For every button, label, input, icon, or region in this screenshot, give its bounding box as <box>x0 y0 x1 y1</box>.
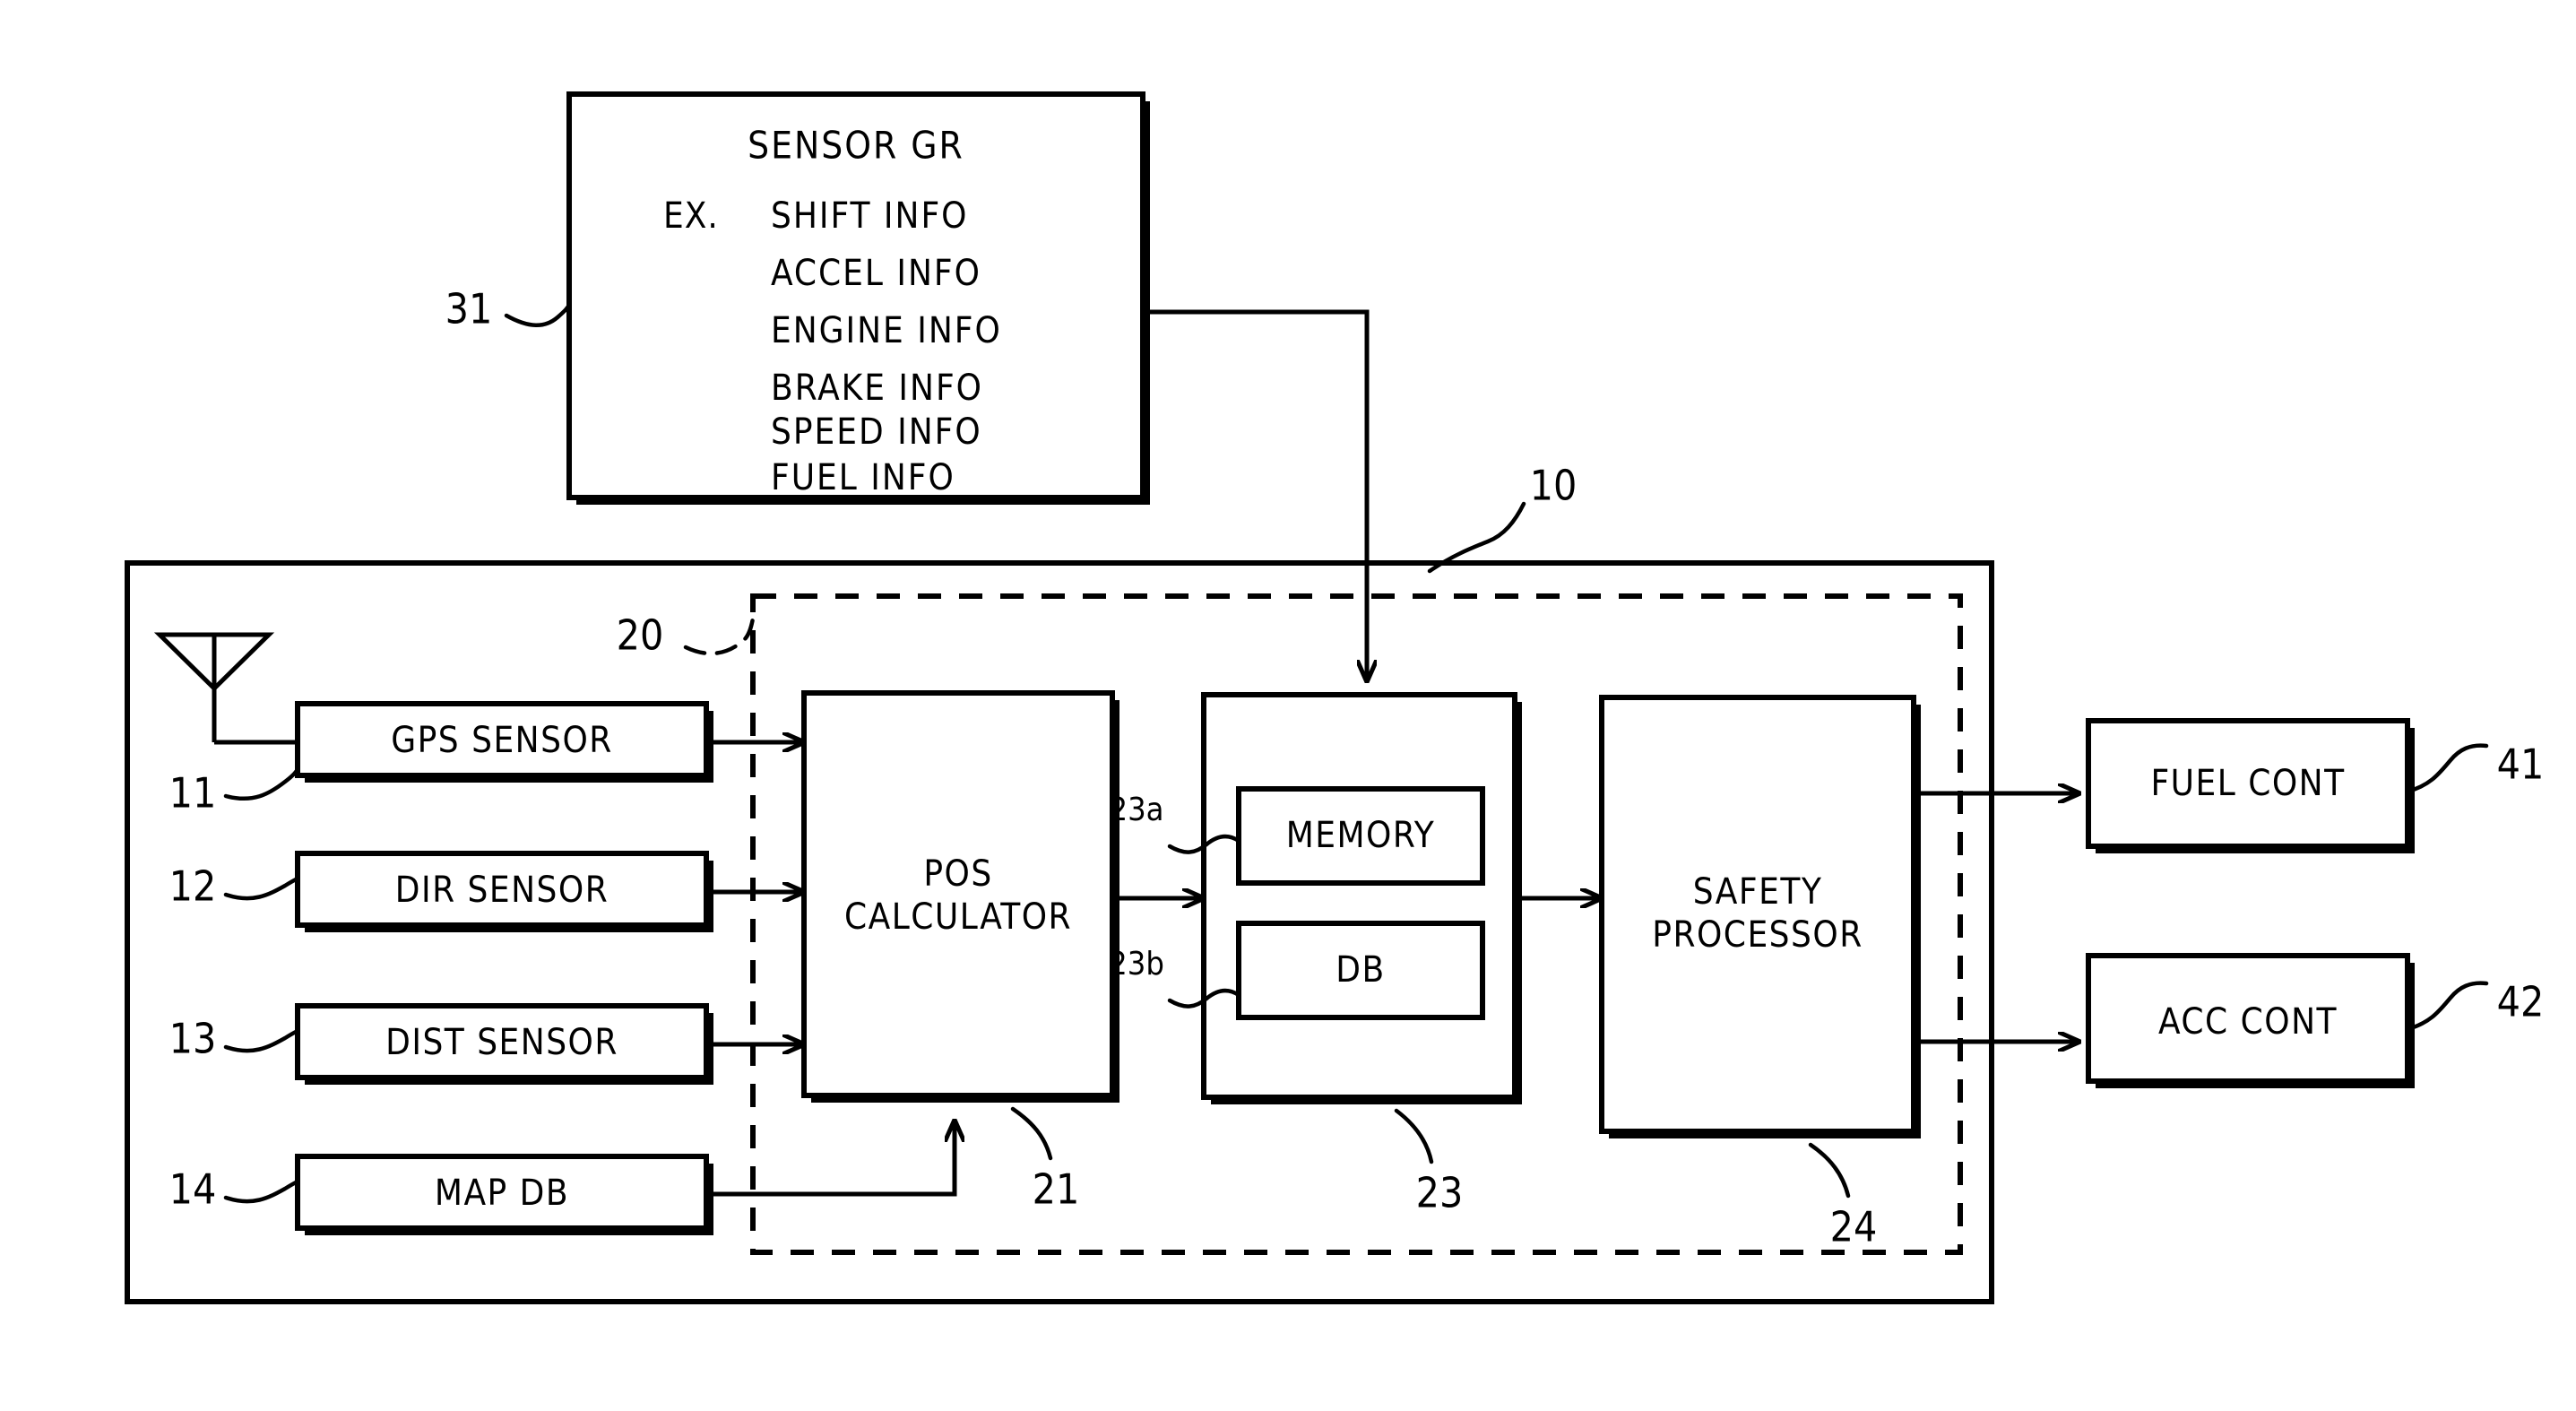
sensor-group-item-brake: BRAKE INFO <box>771 368 983 409</box>
inner-unit-ref-leader <box>683 616 756 656</box>
safety-processor-ref-label: 24 <box>1830 1203 1878 1251</box>
db-ref-label: 23b <box>1109 946 1164 983</box>
pos-calculator-label-line1: POS <box>923 853 992 895</box>
input-ref-leader-dist <box>223 1028 300 1053</box>
memory-label: MEMORY <box>1286 815 1436 856</box>
output-label-fuel-cont: FUEL CONT <box>2150 763 2345 804</box>
input-ref-label-dir: 12 <box>169 862 217 911</box>
input-ref-label-dist: 13 <box>169 1015 217 1063</box>
memory-ref-label: 23a <box>1109 792 1163 828</box>
pos-calculator-label-line2: CALCULATOR <box>844 896 1072 938</box>
input-ref-leader-gps <box>223 766 300 801</box>
sensor-group-ref-label: 31 <box>445 285 493 333</box>
inner-unit-ref-label: 20 <box>617 611 664 660</box>
input-ref-label-gps: 11 <box>169 769 217 818</box>
pos-calculator-ref-leader <box>1010 1106 1053 1161</box>
input-ref-label-mapdb: 14 <box>169 1165 217 1214</box>
sensor-group-item-engine: ENGINE INFO <box>771 310 1002 351</box>
safety-processor-label-line2: PROCESSOR <box>1652 914 1863 956</box>
sensor-group-ref-leader <box>504 302 572 327</box>
input-ref-leader-mapdb <box>223 1179 300 1204</box>
input-label-dist-sensor: DIST SENSOR <box>385 1022 618 1063</box>
output-ref-label-acc: 42 <box>2497 978 2545 1026</box>
sensor-group-title: SENSOR GR <box>748 124 964 168</box>
antenna-icon <box>153 632 298 745</box>
storage-ref-leader <box>1394 1108 1434 1164</box>
patent-figure: 10 20 SENSOR GR EX. SHIFT INFO ACCEL INF… <box>0 0 2576 1411</box>
sensor-group-item-accel: ACCEL INFO <box>771 253 981 294</box>
input-label-gps-sensor: GPS SENSOR <box>391 720 613 761</box>
sensor-group-item-fuel: FUEL INFO <box>771 457 955 498</box>
safety-processor-label-line1: SAFETY <box>1693 871 1823 913</box>
output-label-acc-cont: ACC CONT <box>2158 1001 2338 1043</box>
input-label-map-db: MAP DB <box>435 1173 569 1214</box>
input-label-dir-sensor: DIR SENSOR <box>395 870 609 911</box>
sensor-group-item-speed: SPEED INFO <box>771 411 982 453</box>
output-ref-leader-fuel <box>2405 743 2489 794</box>
pos-calculator-ref-label: 21 <box>1033 1165 1080 1214</box>
input-ref-leader-dir <box>223 876 300 901</box>
wire-mapdb-to-poscalc <box>706 1121 955 1197</box>
output-ref-label-fuel: 41 <box>2497 740 2545 789</box>
wire-sensor-group-to-storage <box>1143 309 1367 681</box>
diagram-canvas: 10 20 SENSOR GR EX. SHIFT INFO ACCEL INF… <box>125 91 2545 1304</box>
sensor-group-example-prefix: EX. <box>663 195 719 237</box>
storage-box-23 <box>1201 692 1522 1104</box>
outer-unit-ref-label: 10 <box>1530 462 1578 510</box>
safety-processor-ref-leader <box>1808 1142 1851 1199</box>
output-ref-leader-acc <box>2405 981 2489 1032</box>
sensor-group-item-shift: SHIFT INFO <box>771 195 968 237</box>
storage-ref-label: 23 <box>1416 1169 1464 1217</box>
db-label: DB <box>1336 949 1385 991</box>
